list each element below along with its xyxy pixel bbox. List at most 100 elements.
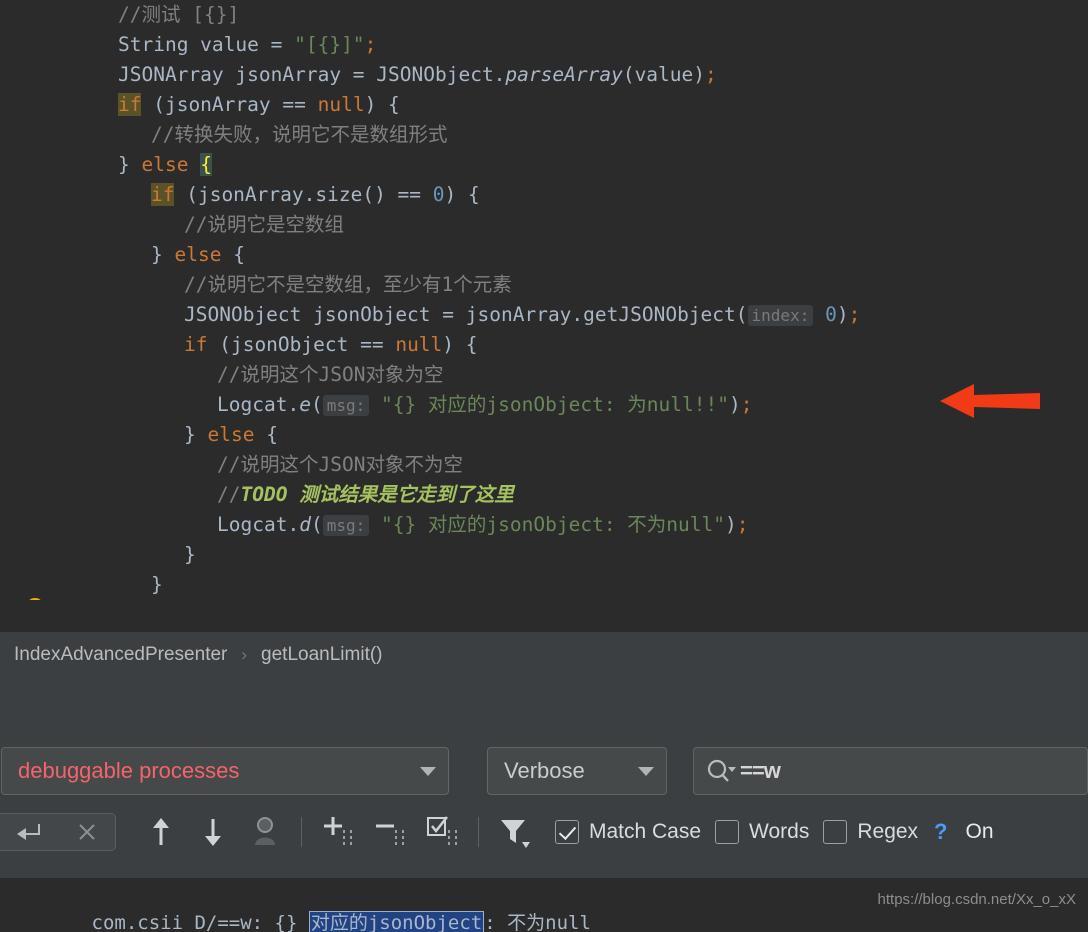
code-token: "[{}]" [294, 33, 365, 56]
code-token: if [151, 183, 175, 206]
code-token: ) { [364, 93, 400, 116]
code-token: //说明这个JSON对象不为空 [217, 453, 463, 476]
code-line[interactable]: } [0, 540, 1088, 570]
code-token: ) [725, 513, 737, 536]
code-token: ) [728, 393, 741, 416]
arrow-down-icon[interactable] [196, 815, 230, 849]
code-content[interactable]: //测试 [{}] String value = "[{}]"; JSONArray… [0, 0, 1088, 600]
code-line[interactable]: if (jsonArray == null) { [0, 90, 1088, 120]
code-token: (jsonArray == [141, 93, 318, 116]
code-token: ; [736, 513, 749, 536]
breadcrumb-method[interactable]: getLoanLimit() [261, 644, 382, 666]
filter-button[interactable] [498, 815, 532, 849]
close-icon[interactable] [77, 822, 97, 842]
code-token: ; [848, 303, 861, 326]
breadcrumb-class[interactable]: IndexAdvancedPresenter [14, 644, 227, 666]
add-column-icon[interactable] [321, 815, 355, 849]
logcat-toolbar: debuggable processes Verbose ==w [0, 738, 1088, 804]
code-token: //说明它是空数组 [184, 213, 344, 236]
search-value: ==w [740, 758, 781, 783]
remove-column-button[interactable] [373, 815, 407, 849]
lightbulb-icon[interactable] [24, 598, 46, 600]
code-line[interactable]: //说明这个JSON对象不为空 [0, 450, 1088, 480]
find-entry-pill[interactable] [0, 813, 116, 851]
search-icon[interactable] [706, 758, 736, 784]
arrow-up-icon[interactable] [144, 815, 178, 849]
logcat-output[interactable]: com.csii D/==w: {} 对应的jsonObject: 不为null… [0, 878, 1088, 932]
code-token: JSONObject jsonObject = jsonArray.getJSO… [184, 303, 748, 326]
code-token: ( [310, 393, 323, 416]
process-filter-dropdown[interactable]: debuggable processes [1, 747, 449, 795]
find-previous-button[interactable] [144, 815, 178, 849]
remove-column-icon[interactable] [373, 815, 407, 849]
code-token: "{} 对应的jsonObject: 不为null" [369, 513, 725, 536]
code-token: //说明这个JSON对象为空 [217, 363, 444, 386]
enter-return-icon[interactable] [15, 822, 41, 842]
logcat-spacer [0, 678, 1088, 738]
checked-column-icon[interactable] [425, 815, 459, 849]
code-token: ; [705, 63, 717, 86]
filter-funnel-icon[interactable] [498, 815, 532, 849]
code-token: String value = [118, 33, 295, 56]
code-line[interactable]: //说明它不是空数组，至少有1个元素 [0, 270, 1088, 300]
toolbar-divider [478, 817, 479, 847]
toolbar-divider [301, 817, 302, 847]
code-token: } [184, 423, 208, 446]
checkbox-box[interactable] [715, 820, 740, 844]
code-line[interactable]: if (jsonObject == null) { [0, 330, 1088, 360]
words-checkbox[interactable]: Words [715, 820, 809, 844]
code-token: d [299, 513, 311, 536]
log-level-dropdown[interactable]: Verbose [487, 747, 667, 795]
match-case-checkbox[interactable]: Match Case [555, 820, 701, 844]
code-line[interactable]: } [0, 570, 1088, 600]
regex-help-link[interactable]: ? [934, 819, 947, 845]
log-line-prefix: com.csii D/==w: {} [91, 912, 309, 932]
checkbox-box[interactable] [555, 820, 579, 844]
code-token: } [151, 243, 175, 266]
code-token: if [118, 93, 142, 116]
select-all-occurrences-button[interactable] [248, 815, 282, 849]
code-line[interactable]: if (jsonArray.size() == 0) { [0, 180, 1088, 210]
code-line[interactable]: //说明这个JSON对象为空 [0, 360, 1088, 390]
chevron-down-icon [638, 766, 654, 776]
code-token: ; [740, 393, 753, 416]
checkbox-box[interactable] [823, 820, 848, 844]
chevron-down-icon [420, 766, 436, 776]
code-token: 测试结果是它走到了这里 [287, 483, 514, 506]
code-token: ) { [442, 333, 478, 356]
code-token: parseArray [505, 63, 623, 86]
breadcrumb[interactable]: IndexAdvancedPresenter › getLoanLimit() [0, 632, 1088, 678]
find-next-button[interactable] [196, 815, 230, 849]
code-line[interactable]: //TODO 测试结果是它走到了这里 [0, 480, 1088, 510]
code-line[interactable]: Logcat.d(msg: "{} 对应的jsonObject: 不为null"… [0, 510, 1088, 540]
words-label: Words [749, 820, 810, 843]
code-line[interactable]: } else { [0, 420, 1088, 450]
code-line[interactable]: String value = "[{}]"; [0, 30, 1088, 60]
code-token: (jsonObject == [207, 333, 396, 356]
code-line[interactable]: JSONArray jsonArray = JSONObject.parseAr… [0, 60, 1088, 90]
code-line[interactable]: } else { [0, 240, 1088, 270]
code-token: if [184, 333, 208, 356]
code-line[interactable]: //说明它是空数组 [0, 210, 1088, 240]
code-token: } [151, 573, 163, 596]
code-token: ; [364, 33, 377, 56]
code-line[interactable]: JSONObject jsonObject = jsonArray.getJSO… [0, 300, 1088, 330]
code-token: Logcat. [217, 393, 300, 416]
code-line[interactable]: //转换失败，说明它不是数组形式 [0, 120, 1088, 150]
code-line[interactable]: Logcat.e(msg: "{} 对应的jsonObject: 为null!!… [0, 390, 1088, 420]
trailing-option-label[interactable]: On [966, 820, 994, 844]
code-token: else [207, 423, 255, 446]
code-editor[interactable]: ]]]]]]] //测试 [{}]String value = "[{}]";J… [0, 0, 1088, 600]
android-studio-window: ]]]]]]] //测试 [{}]String value = "[{}]";J… [0, 0, 1088, 932]
code-line[interactable]: //测试 [{}] [0, 0, 1088, 30]
regex-checkbox[interactable]: Regex [823, 820, 918, 844]
code-token: 0 [813, 303, 837, 326]
edit-columns-button[interactable] [425, 815, 459, 849]
code-token: null [395, 333, 443, 356]
logcat-search-input[interactable]: ==w [693, 747, 1088, 795]
code-line[interactable]: } else { [0, 150, 1088, 180]
add-column-button[interactable] [321, 815, 355, 849]
code-token: // [217, 483, 241, 506]
magnifier-person-icon[interactable] [248, 815, 282, 849]
